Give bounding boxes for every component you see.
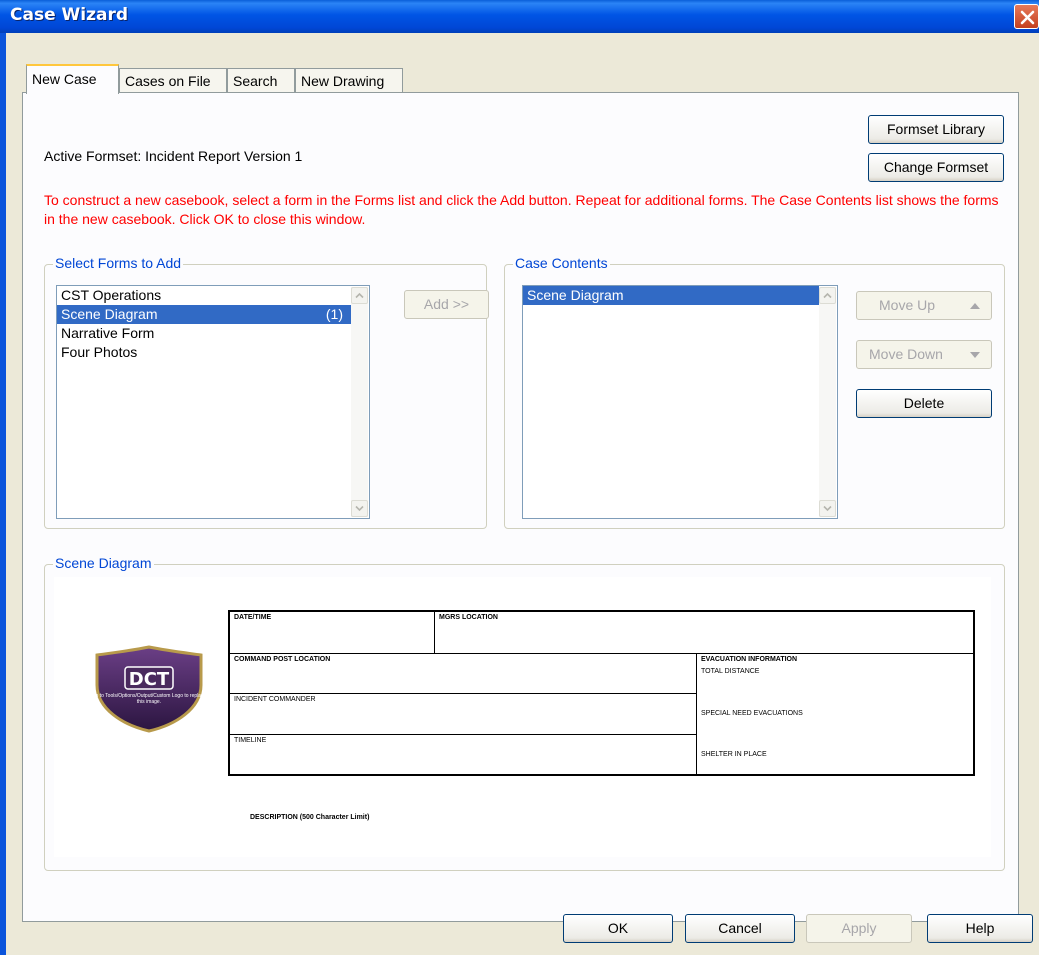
- new-case-panel: Formset Library Active Formset: Incident…: [22, 92, 1019, 922]
- command-post-label: COMMAND POST LOCATION: [234, 656, 331, 663]
- apply-button[interactable]: Apply: [806, 914, 912, 943]
- window-title: Case Wizard: [10, 5, 129, 25]
- forms-listbox[interactable]: CST Operations Scene Diagram (1) Narrati…: [56, 285, 370, 519]
- mgrs-location-cell: MGRS LOCATION: [434, 611, 974, 654]
- list-item-label: CST Operations: [61, 287, 162, 303]
- evacuation-cell: EVACUATION INFORMATION TOTAL DISTANCE SP…: [696, 653, 974, 775]
- logo-text: DCT: [129, 669, 170, 690]
- list-item-label: Scene Diagram: [527, 287, 624, 303]
- delete-button[interactable]: Delete: [856, 389, 992, 418]
- form-preview: DCT Go to Tools/Options/Output/Custom Lo…: [54, 577, 991, 857]
- move-up-button[interactable]: Move Up: [856, 291, 992, 320]
- case-contents-title: Case Contents: [513, 255, 610, 271]
- list-item-label: Scene Diagram: [61, 306, 158, 322]
- tab-search[interactable]: Search: [227, 68, 295, 93]
- ok-button[interactable]: OK: [563, 914, 673, 943]
- case-contents-listbox[interactable]: Scene Diagram: [522, 285, 838, 519]
- description-label: DESCRIPTION (500 Character Limit): [250, 814, 370, 821]
- instructions-text: To construct a new casebook, select a fo…: [44, 192, 999, 227]
- triangle-up-icon: [970, 303, 980, 309]
- formset-library-button[interactable]: Formset Library: [868, 115, 1004, 144]
- move-up-label: Move Up: [879, 297, 936, 313]
- tab-new-case[interactable]: New Case: [26, 64, 119, 94]
- move-down-label: Move Down: [869, 346, 943, 362]
- select-forms-title: Select Forms to Add: [53, 255, 184, 271]
- add-button[interactable]: Add >>: [404, 290, 489, 319]
- close-icon: [1020, 10, 1035, 25]
- preview-title: Scene Diagram: [53, 555, 154, 571]
- form-table: DATE/TIME MGRS LOCATION COMMAND POST LOC…: [228, 610, 975, 776]
- total-distance-label: TOTAL DISTANCE: [701, 668, 760, 675]
- tab-cases-on-file[interactable]: Cases on File: [119, 68, 227, 93]
- list-item-label: Narrative Form: [61, 325, 155, 341]
- list-item[interactable]: Scene Diagram (1): [57, 305, 351, 324]
- command-post-cell: COMMAND POST LOCATION: [229, 653, 697, 694]
- case-contents-scrollbar[interactable]: [819, 287, 836, 517]
- close-button[interactable]: [1014, 4, 1039, 29]
- window-frame: [0, 33, 9, 955]
- special-need-label: SPECIAL NEED EVACUATIONS: [701, 710, 803, 717]
- case-contents-group: Case Contents Scene Diagram Move Up Move…: [504, 255, 1005, 529]
- chevron-down-icon: [823, 505, 832, 512]
- list-item[interactable]: Scene Diagram: [523, 286, 819, 305]
- list-item-count: (1): [325, 306, 343, 322]
- mgrs-location-label: MGRS LOCATION: [439, 614, 498, 621]
- evacuation-label: EVACUATION INFORMATION: [701, 656, 798, 663]
- incident-commander-cell: INCIDENT COMMANDER: [229, 693, 697, 735]
- dct-logo-shield: DCT: [95, 645, 203, 733]
- scroll-up-button[interactable]: [351, 287, 368, 304]
- forms-scrollbar[interactable]: [351, 287, 368, 517]
- timeline-label: TIMELINE: [234, 737, 267, 744]
- timeline-cell: TIMELINE: [229, 734, 697, 775]
- move-down-button[interactable]: Move Down: [856, 340, 992, 369]
- change-formset-button[interactable]: Change Formset: [868, 153, 1004, 182]
- chevron-up-icon: [355, 292, 364, 299]
- help-button[interactable]: Help: [927, 914, 1033, 943]
- active-formset-label: Active Formset: Incident Report Version …: [44, 148, 303, 164]
- shelter-label: SHELTER IN PLACE: [701, 751, 767, 758]
- list-item[interactable]: Four Photos: [57, 343, 369, 362]
- triangle-down-icon: [970, 352, 980, 358]
- scroll-up-button[interactable]: [819, 287, 836, 304]
- logo-caption: Go to Tools/Options/Output/Custom Logo t…: [91, 693, 207, 705]
- title-bar[interactable]: Case Wizard: [0, 0, 1039, 33]
- date-time-cell: DATE/TIME: [229, 611, 435, 654]
- tab-new-drawing[interactable]: New Drawing: [295, 68, 403, 93]
- scroll-down-button[interactable]: [351, 500, 368, 517]
- cancel-button[interactable]: Cancel: [685, 914, 795, 943]
- chevron-up-icon: [823, 292, 832, 299]
- list-item[interactable]: CST Operations: [57, 286, 369, 305]
- scroll-down-button[interactable]: [819, 500, 836, 517]
- incident-commander-label: INCIDENT COMMANDER: [234, 696, 316, 703]
- list-item-label: Four Photos: [61, 344, 138, 360]
- preview-group: Scene Diagram DCT Go to Tools/Options/Ou…: [44, 555, 1005, 871]
- list-item[interactable]: Narrative Form: [57, 324, 369, 343]
- chevron-down-icon: [355, 505, 364, 512]
- date-time-label: DATE/TIME: [234, 614, 272, 621]
